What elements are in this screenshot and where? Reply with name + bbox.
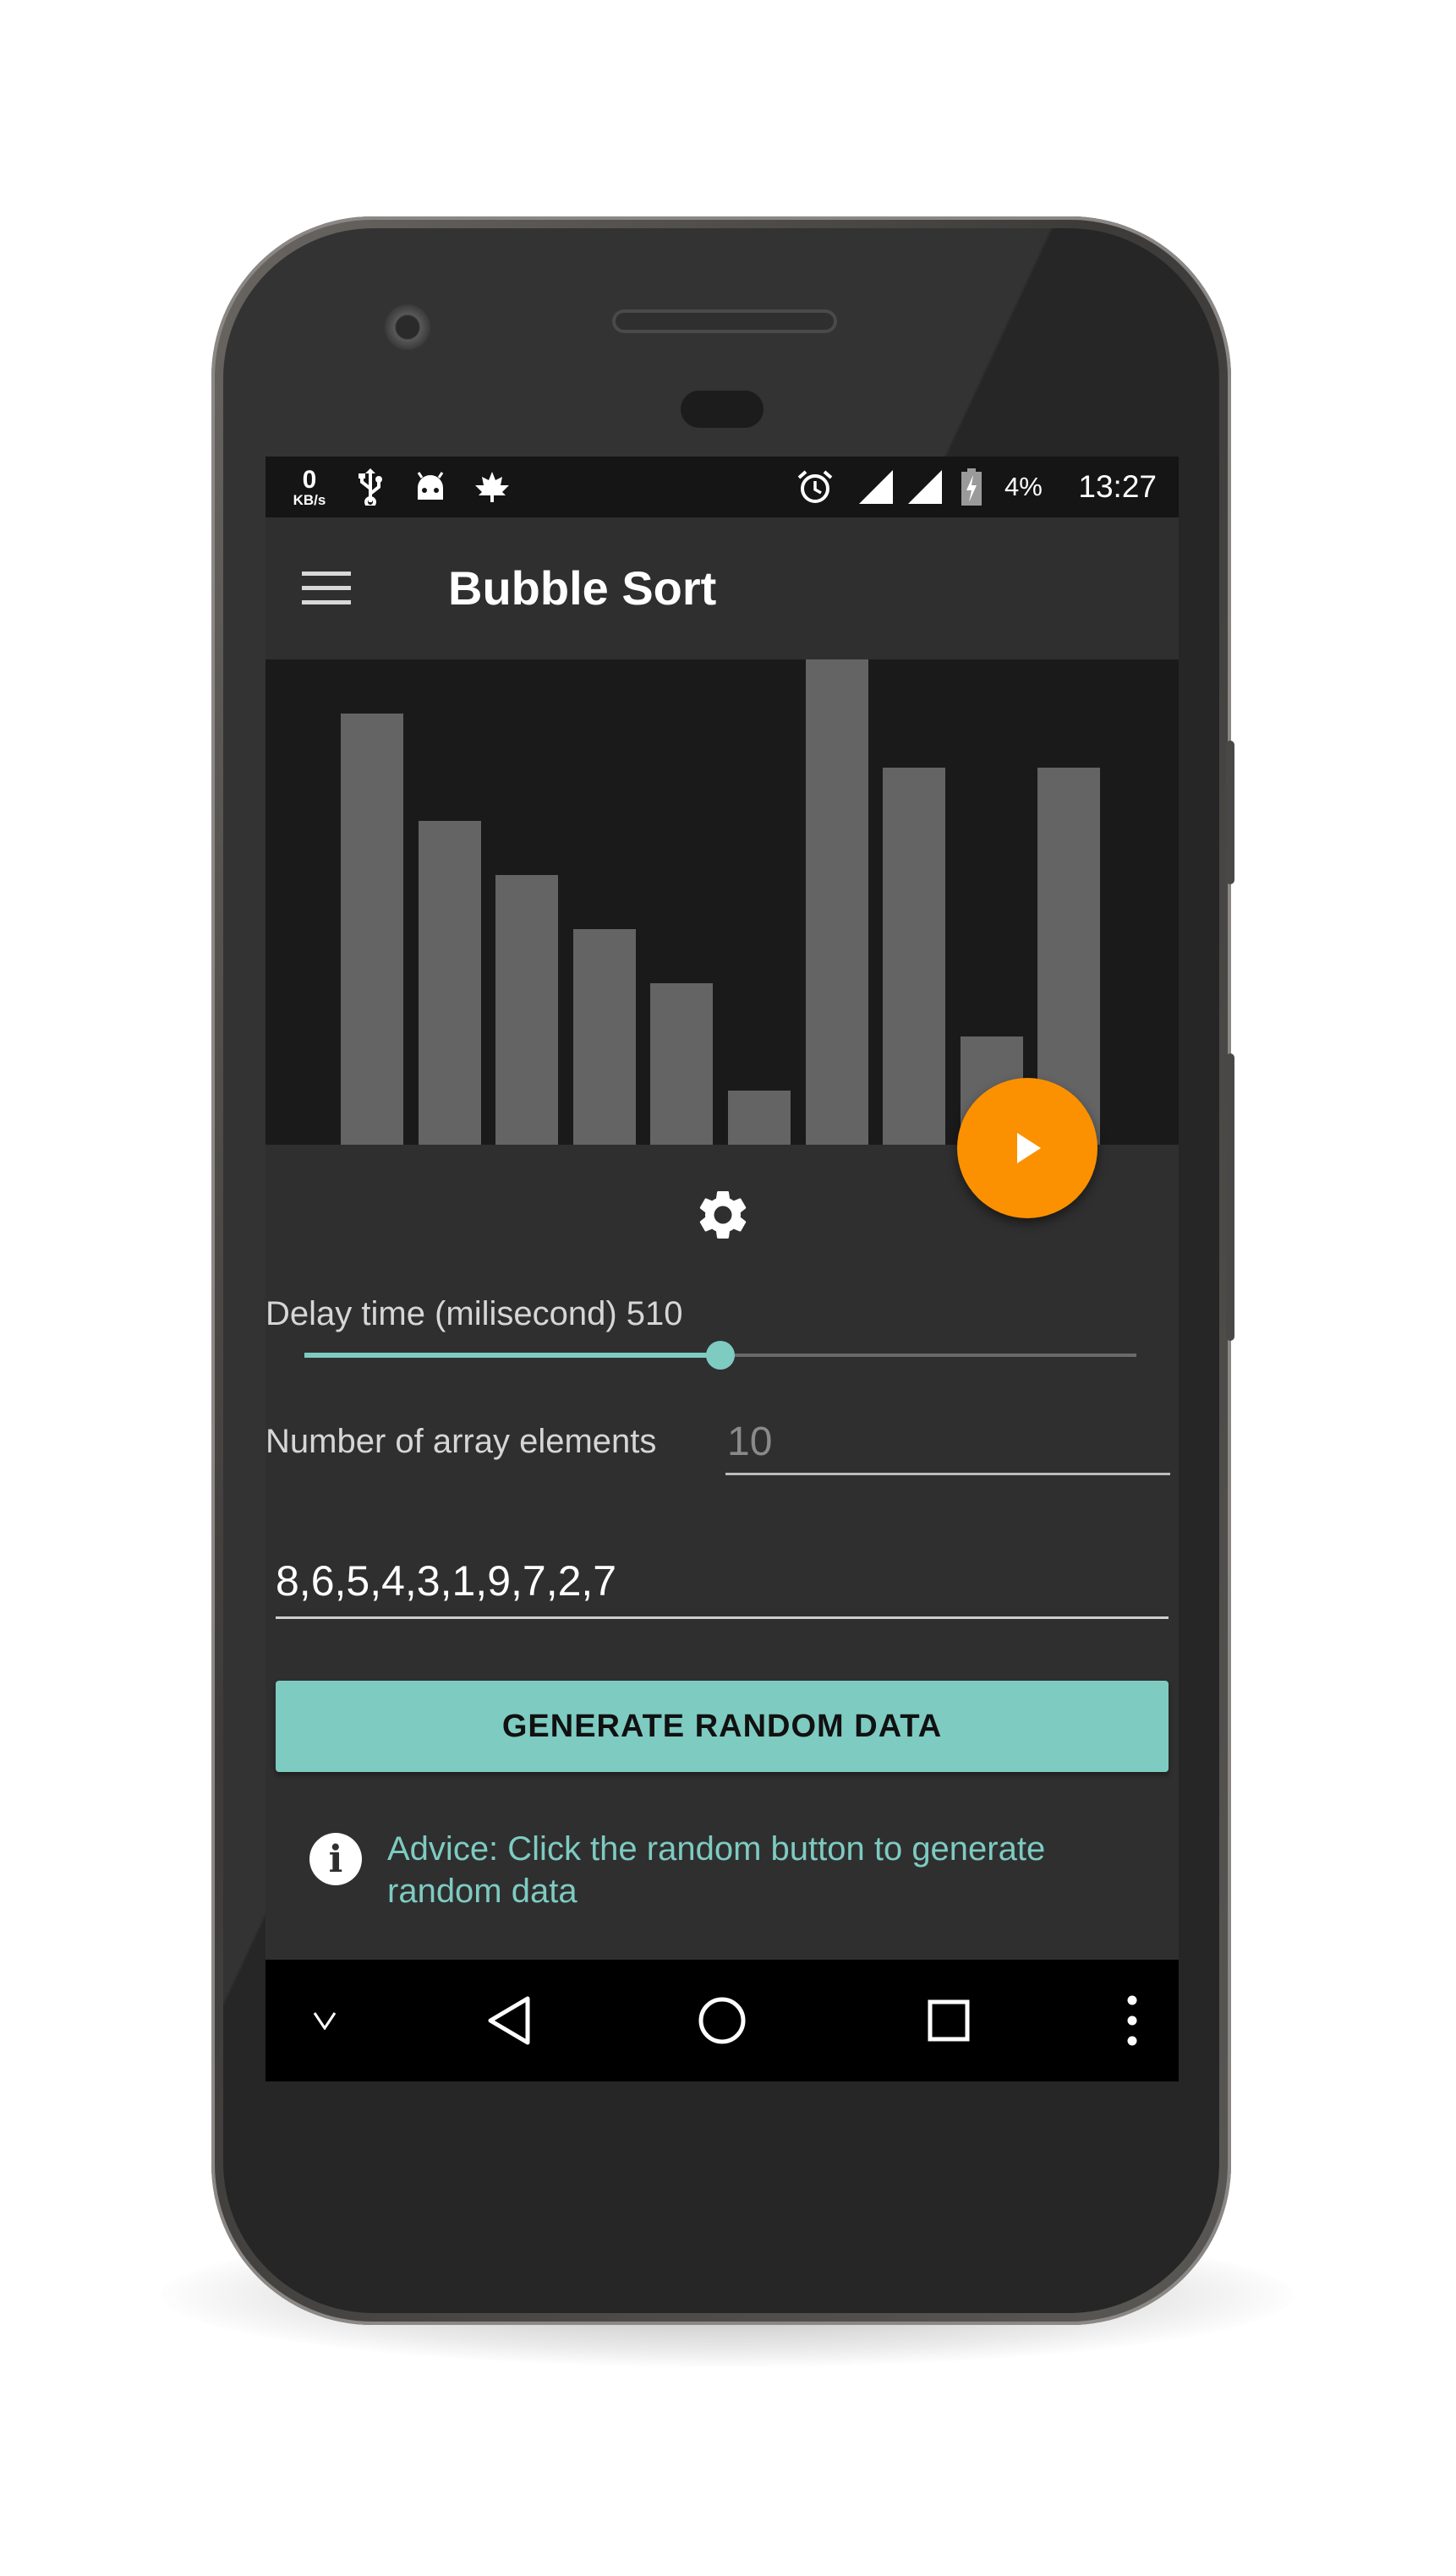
earpiece-speaker (612, 309, 837, 333)
page-title: Bubble Sort (448, 561, 717, 615)
volume-button (1226, 1053, 1234, 1341)
recents-icon (928, 1999, 970, 2042)
array-data-input[interactable] (276, 1545, 1169, 1619)
power-button (1226, 741, 1234, 884)
android-debug-icon (414, 457, 446, 517)
slider-thumb[interactable] (706, 1341, 735, 1370)
play-icon (1017, 1133, 1041, 1163)
gear-icon[interactable] (693, 1185, 753, 1244)
leaf-icon (473, 457, 511, 517)
signal-icon-1 (857, 457, 895, 517)
advice-text: Advice: Click the random button to gener… (387, 1830, 1046, 1910)
hamburger-icon (302, 572, 351, 604)
app-toolbar: Bubble Sort (265, 517, 1179, 659)
nav-collapse-button[interactable] (299, 1960, 350, 2081)
alarm-icon (796, 457, 834, 517)
array-count-label: Number of array elements (265, 1423, 657, 1460)
sort-bar-chart (265, 659, 1179, 1145)
app-screen: 0 KB/s 4% 13:27 Bubble Sort Delay time (… (265, 457, 1179, 2081)
recents-button[interactable] (906, 1960, 991, 2081)
slider-fill (304, 1353, 720, 1358)
usb-icon (357, 457, 384, 517)
chart-bar (573, 929, 636, 1145)
delay-slider[interactable] (304, 1341, 1136, 1370)
network-speed: 0 KB/s (286, 457, 333, 517)
signal-icon-2 (906, 457, 944, 517)
network-speed-unit: KB/s (293, 491, 326, 508)
home-button[interactable] (680, 1960, 764, 2081)
chevron-down-icon (313, 2012, 337, 2030)
overflow-menu-button[interactable] (1111, 1960, 1153, 2081)
chart-bar (495, 875, 558, 1145)
chart-bar (341, 714, 403, 1145)
status-bar: 0 KB/s 4% 13:27 (265, 457, 1179, 517)
menu-button[interactable] (299, 561, 353, 615)
proximity-sensor (681, 391, 764, 428)
back-icon (488, 1996, 530, 2045)
chart-bar (650, 983, 713, 1145)
front-camera (385, 304, 430, 350)
clock: 13:27 (1078, 469, 1157, 504)
battery-charging-icon (961, 457, 983, 517)
chart-bar (806, 659, 868, 1145)
chart-bar (728, 1091, 791, 1145)
play-button[interactable] (957, 1078, 1097, 1218)
generate-random-data-button[interactable]: GENERATE RANDOM DATA (276, 1681, 1169, 1772)
array-count-input[interactable] (725, 1410, 1170, 1475)
chart-bar (419, 821, 481, 1145)
navigation-bar (265, 1960, 1179, 2081)
delay-time-label: Delay time (milisecond) 510 (265, 1295, 683, 1332)
info-icon: i (309, 1833, 362, 1885)
battery-percent: 4% (1004, 472, 1043, 501)
back-button[interactable] (467, 1960, 551, 2081)
more-vert-icon (1127, 1995, 1137, 2046)
chart-bar (883, 768, 945, 1145)
home-icon (698, 1997, 746, 2044)
network-speed-value: 0 (302, 465, 317, 494)
